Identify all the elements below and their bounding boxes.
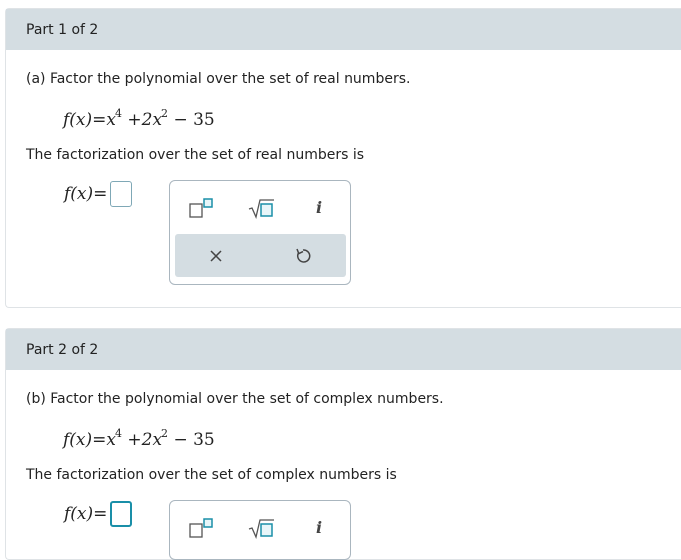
- part-2-panel: Part 2 of 2 (b) Factor the polynomial ov…: [5, 328, 681, 560]
- exponent-template-icon[interactable]: [188, 517, 216, 539]
- part-1-instruction: The factorization over the set of real n…: [26, 147, 365, 163]
- part-2-instruction: The factorization over the set of comple…: [26, 467, 397, 483]
- part-2-question: (b) Factor the polynomial over the set o…: [26, 391, 444, 407]
- math-palette: i: [169, 500, 351, 560]
- part-2-header: Part 2 of 2: [6, 329, 681, 370]
- part-2-answer-input[interactable]: [110, 501, 133, 527]
- function-lhs: f(x)=: [63, 430, 107, 450]
- part-1-header: Part 1 of 2: [6, 9, 681, 50]
- palette-tools: i: [170, 501, 350, 553]
- clear-icon[interactable]: [205, 245, 227, 267]
- answer-label: f(x)=: [64, 184, 108, 204]
- part-2-title: Part 2 of 2: [26, 341, 99, 358]
- part-1-panel: Part 1 of 2 (a) Factor the polynomial ov…: [5, 8, 681, 308]
- part-1-function: f(x)=x4 +2x2 − 35: [63, 107, 215, 130]
- exponent-template-icon[interactable]: [188, 197, 216, 219]
- math-palette: i: [169, 180, 351, 285]
- part-2-answer-row: f(x)=: [64, 501, 133, 527]
- palette-actions: [175, 234, 346, 277]
- part-1-answer-input[interactable]: [110, 181, 133, 207]
- part-1-question: (a) Factor the polynomial over the set o…: [26, 71, 411, 87]
- square-root-template-icon[interactable]: [247, 517, 275, 539]
- part-1-answer-row: f(x)=: [64, 181, 133, 207]
- undo-icon[interactable]: [292, 245, 314, 267]
- imaginary-unit-button[interactable]: i: [316, 198, 322, 220]
- function-lhs: f(x)=: [63, 110, 107, 130]
- palette-tools: i: [170, 181, 350, 233]
- part-1-title: Part 1 of 2: [26, 21, 99, 38]
- square-root-template-icon[interactable]: [247, 197, 275, 219]
- answer-label: f(x)=: [64, 504, 108, 524]
- part-2-function: f(x)=x4 +2x2 − 35: [63, 427, 215, 450]
